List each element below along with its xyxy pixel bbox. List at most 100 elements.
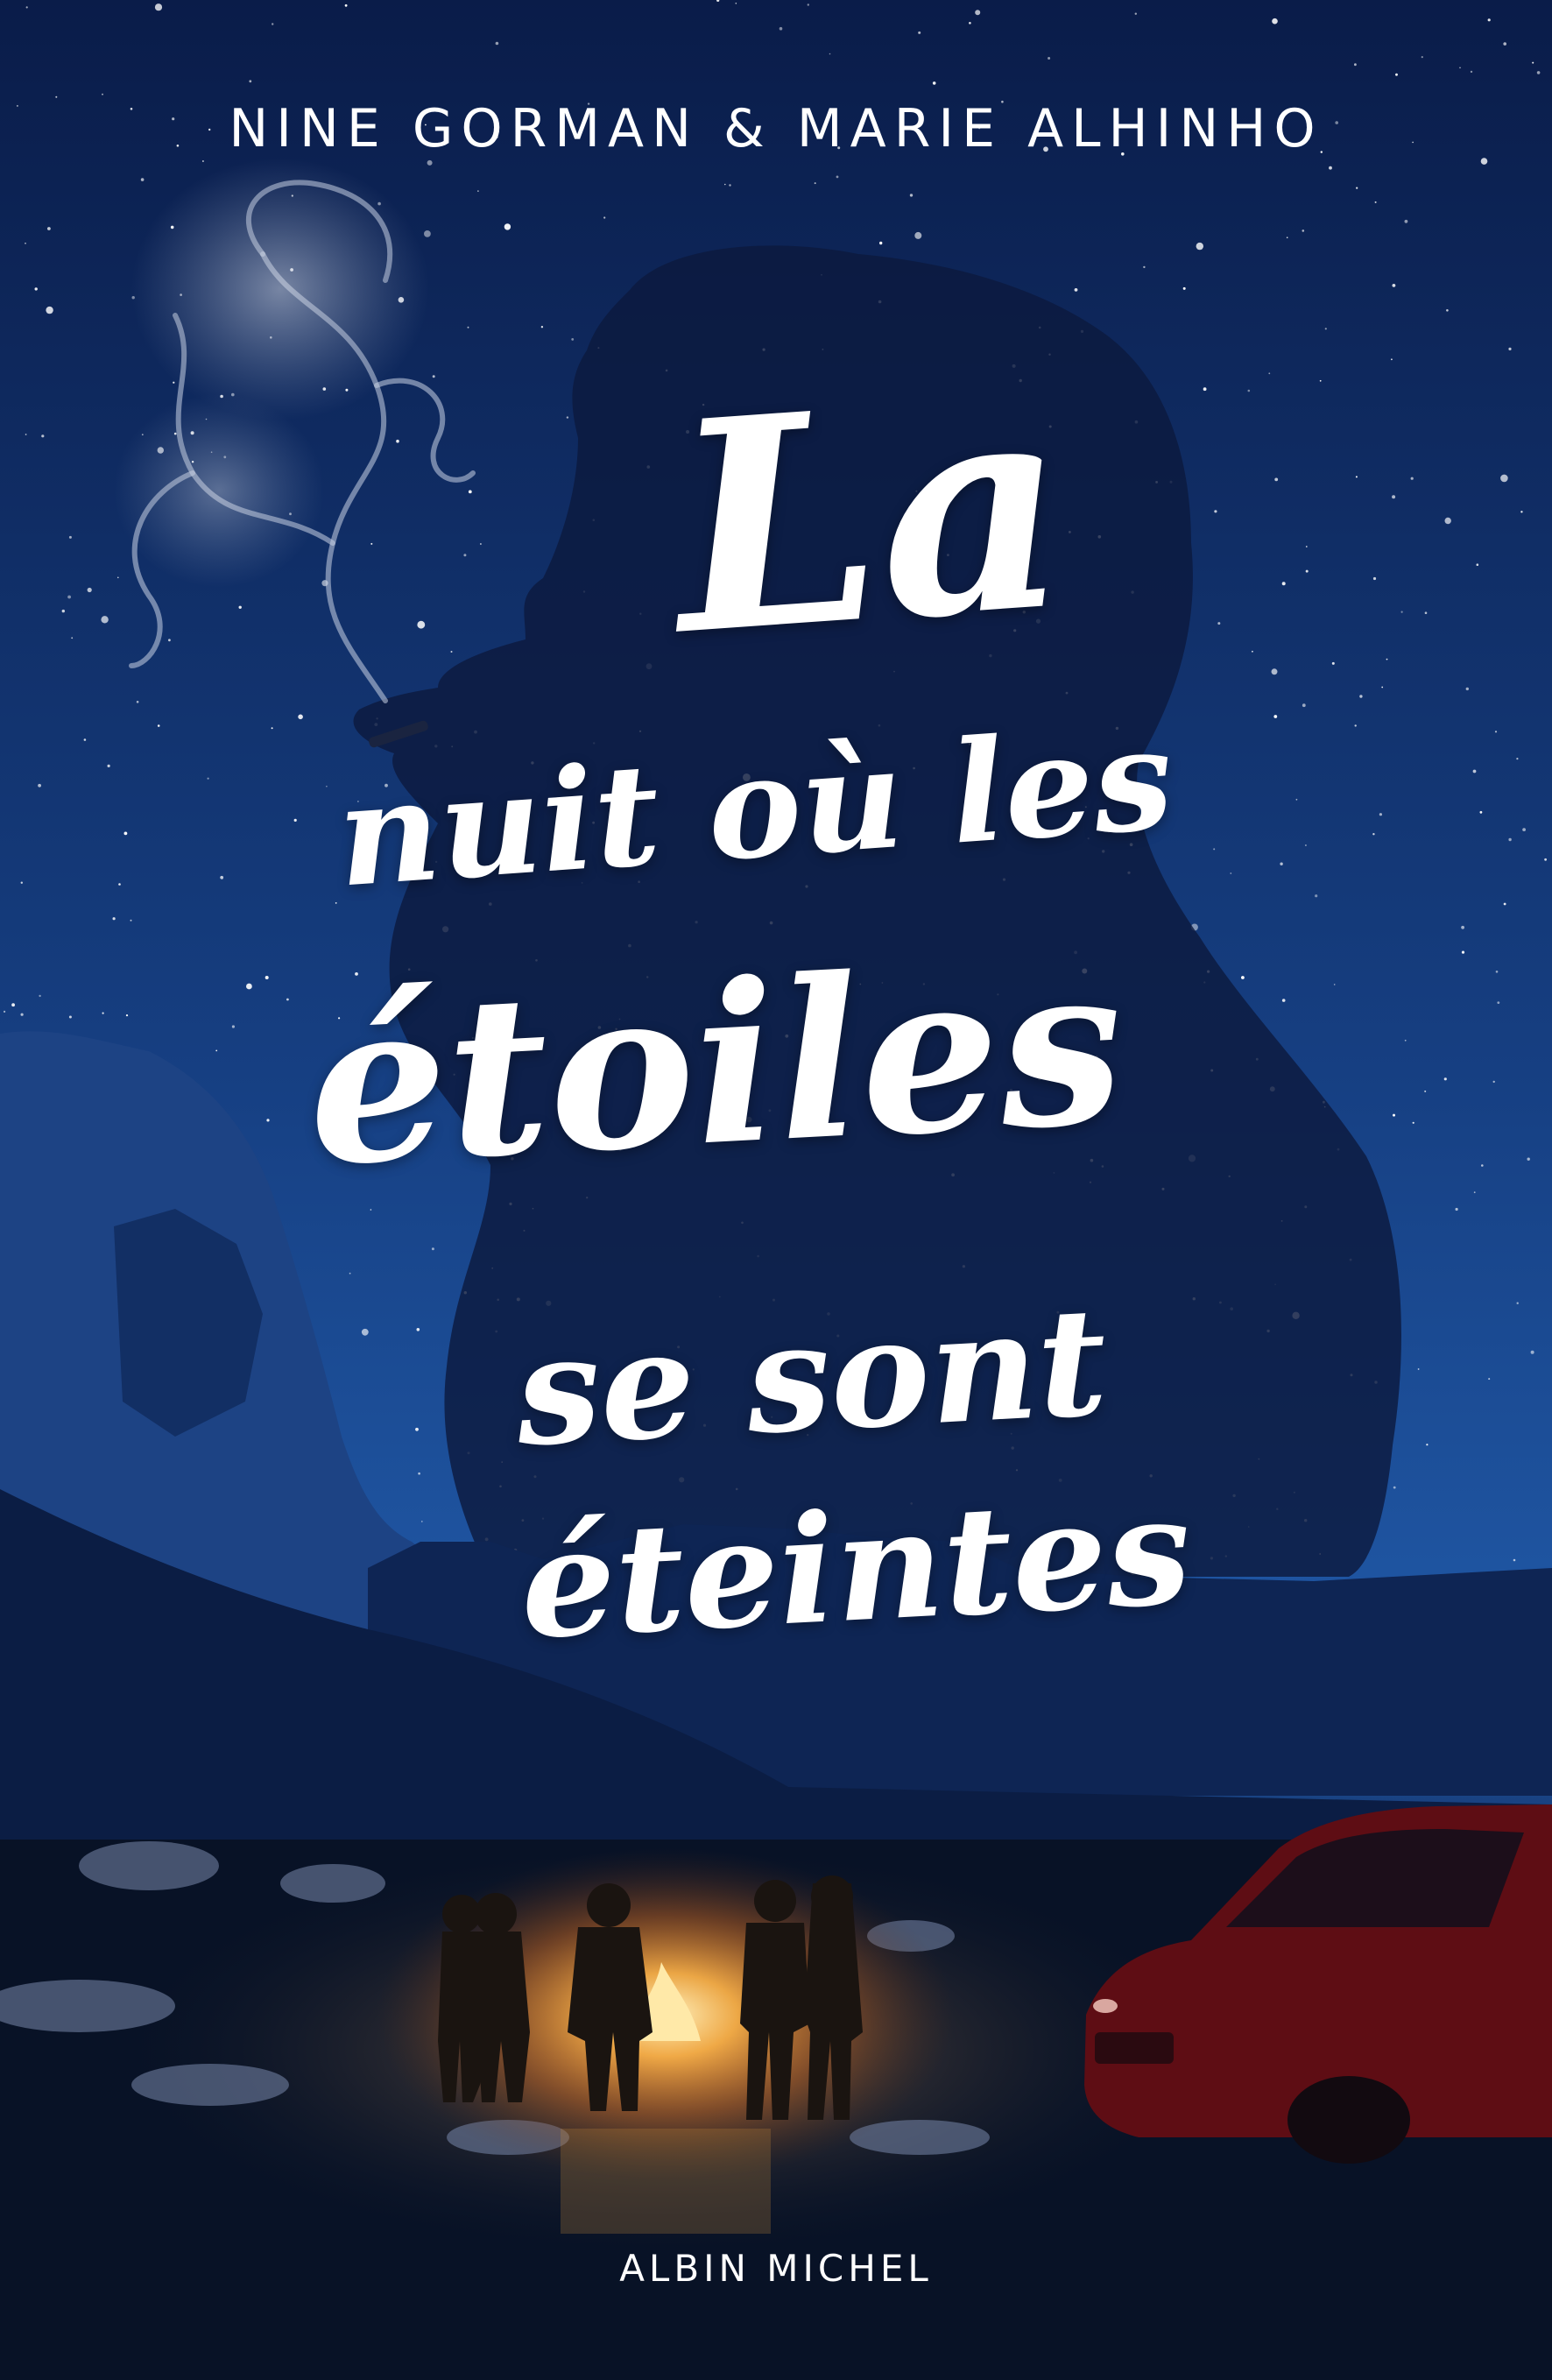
star (566, 416, 569, 419)
star (349, 1272, 351, 1275)
star (1354, 63, 1357, 67)
star (1392, 495, 1396, 499)
star (603, 216, 606, 219)
star (83, 738, 87, 741)
title-line-5: éteintes (516, 1462, 1196, 1673)
star (215, 1049, 218, 1052)
star (61, 609, 66, 613)
star (293, 818, 297, 823)
star (814, 182, 816, 185)
star (231, 1025, 235, 1028)
star (918, 31, 921, 34)
star (1410, 477, 1414, 480)
star (1355, 476, 1358, 478)
star (1230, 872, 1232, 874)
star (11, 1003, 15, 1007)
star (540, 326, 544, 328)
star (154, 4, 163, 11)
star (123, 831, 128, 836)
star (102, 93, 103, 95)
star (1182, 286, 1186, 290)
star (168, 639, 171, 642)
star (140, 178, 145, 181)
star (1522, 828, 1526, 831)
star (1481, 1164, 1484, 1167)
star (20, 1013, 24, 1016)
star (1530, 1350, 1534, 1354)
star (1372, 833, 1375, 836)
star (836, 175, 839, 179)
publisher-name: ALBIN MICHEL (619, 2247, 933, 2290)
star (25, 243, 26, 244)
star (468, 490, 472, 494)
star (829, 53, 831, 55)
star (249, 80, 252, 83)
star (1272, 18, 1278, 25)
star (415, 1427, 419, 1431)
star (1424, 1090, 1427, 1092)
star (4, 1010, 6, 1013)
star (1516, 758, 1519, 760)
star (1305, 569, 1309, 573)
star (504, 223, 511, 230)
star (431, 1247, 434, 1251)
star (46, 306, 53, 314)
star (1393, 1113, 1395, 1117)
star (1520, 511, 1523, 513)
star (220, 875, 224, 879)
star (1381, 686, 1384, 689)
star (344, 4, 348, 7)
star (1488, 1378, 1491, 1381)
star (724, 183, 726, 186)
star (1302, 230, 1305, 232)
star (1295, 798, 1298, 801)
star (1455, 1207, 1458, 1211)
star (969, 22, 971, 25)
star (1470, 70, 1473, 74)
star (1271, 668, 1278, 675)
star (1372, 576, 1377, 581)
star (396, 439, 399, 443)
star (1527, 1157, 1530, 1161)
star (1302, 703, 1306, 708)
star (909, 194, 914, 197)
star (571, 338, 575, 341)
star (1536, 71, 1541, 74)
star (87, 587, 92, 593)
star (1497, 1001, 1500, 1004)
title-line-3: étoiles (301, 915, 1130, 1215)
star (1324, 328, 1327, 330)
star (1274, 477, 1279, 482)
star (1516, 1302, 1519, 1304)
star (735, 3, 737, 4)
star (1417, 1368, 1420, 1370)
star (1476, 563, 1479, 566)
star (1446, 309, 1449, 312)
book-cover: NINE GORMAN & MARIE ALHINHO La nuit où l… (0, 0, 1552, 2380)
star (326, 785, 328, 787)
star (1203, 387, 1207, 392)
star (1319, 379, 1322, 382)
title-line-4: se sont (511, 1274, 1111, 1480)
star (335, 902, 337, 904)
star (117, 576, 119, 579)
star (68, 1015, 72, 1019)
star (130, 919, 132, 922)
star (932, 81, 936, 85)
star (1305, 546, 1308, 547)
star (1213, 848, 1216, 851)
star (1247, 389, 1251, 392)
star (286, 998, 289, 1001)
star (1508, 837, 1512, 842)
star (20, 881, 23, 884)
star (1374, 201, 1377, 203)
star (1273, 715, 1278, 718)
star (125, 1014, 129, 1017)
star (173, 381, 175, 384)
star (807, 4, 809, 6)
star (1472, 769, 1477, 773)
star (102, 1012, 104, 1014)
star (1134, 12, 1138, 15)
star (1473, 1191, 1476, 1194)
star (1286, 237, 1288, 239)
